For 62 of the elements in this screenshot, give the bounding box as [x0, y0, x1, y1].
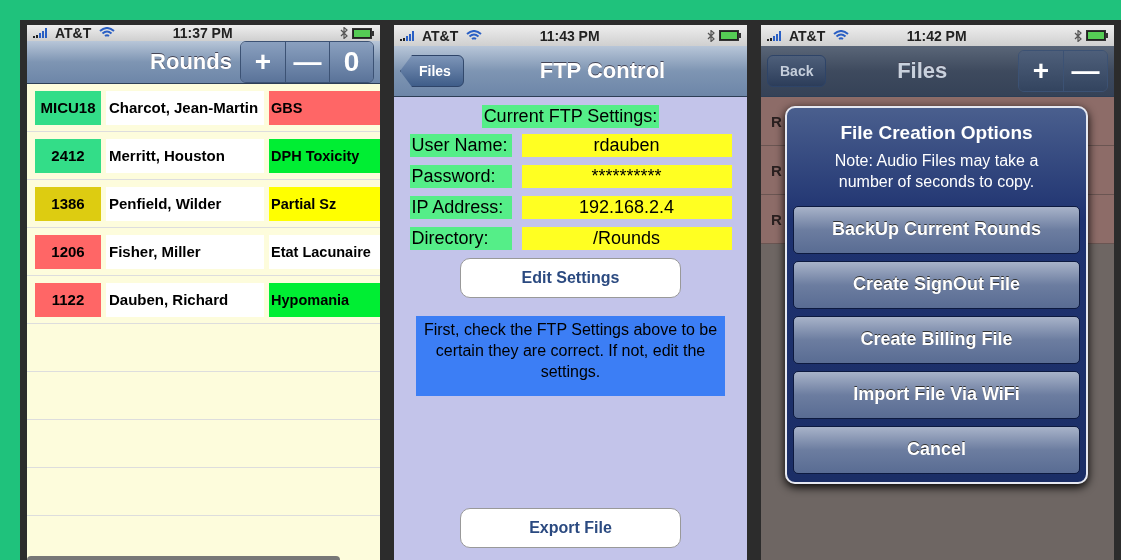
room-cell: 1386 [35, 186, 101, 221]
room-cell: 2412 [35, 138, 101, 173]
field-value: 192.168.2.4 [521, 196, 732, 219]
patient-name-cell: Fisher, Miller [106, 234, 264, 269]
diagnosis-cell: Partial Sz [269, 186, 380, 221]
back-button[interactable]: Back [767, 55, 827, 87]
room-cell: 1122 [35, 282, 101, 317]
clock-label: 11:42 PM [905, 27, 968, 44]
toolbar-button[interactable]: + [241, 42, 285, 82]
screen-title: Rounds [149, 49, 232, 75]
patient-name-cell: Penfield, Wilder [106, 186, 264, 221]
toolbar-button[interactable]: 0 [329, 42, 373, 82]
clock-label: 11:37 PM [171, 25, 234, 41]
bluetooth-icon [707, 29, 715, 42]
battery-icon [352, 27, 374, 39]
toolbar-button[interactable]: — [1063, 51, 1107, 91]
settings-heading: Current FTP Settings: [481, 105, 660, 128]
diagnosis-cell: DPH Toxicity [269, 138, 380, 173]
edit-settings-button[interactable]: Edit Settings [460, 258, 681, 298]
patient-name-cell: Merritt, Houston [106, 138, 264, 173]
dialog-button[interactable]: BackUp Current Rounds [793, 205, 1080, 254]
wifi-icon [466, 29, 483, 42]
room-cell: MICU18 [35, 90, 101, 125]
carrier-label: AT&T [789, 27, 826, 44]
diagnosis-cell: Hypomania [269, 282, 380, 317]
screen-title: Files [896, 58, 949, 84]
screen-title: FTP Control [538, 58, 667, 84]
wifi-icon [833, 29, 850, 42]
field-label: Password: [409, 165, 512, 188]
battery-icon [1086, 30, 1108, 41]
field-label: Directory: [409, 227, 512, 250]
field-value: ********** [521, 165, 732, 188]
diagnosis-cell: Etat Lacunaire [269, 234, 380, 269]
dialog-button[interactable]: Create SignOut File [793, 260, 1080, 309]
file-name-cell: R [771, 112, 782, 130]
field-value: rdauben [521, 134, 732, 157]
bluetooth-icon [1074, 29, 1082, 42]
wifi-icon [99, 27, 116, 39]
dialog-message: Note: Audio Files may take a number of seconds to copy. [833, 151, 1040, 192]
battery-icon [719, 30, 741, 41]
instruction-message: First, check the FTP Settings above to be certain they are correct. If not, edit the settings. [416, 316, 725, 397]
clock-label: 11:43 PM [538, 27, 601, 44]
dialog-button[interactable]: Import File Via WiFi [793, 370, 1080, 419]
field-label: User Name: [409, 134, 512, 157]
back-button[interactable]: Files [400, 55, 464, 87]
field-value: /Rounds [521, 227, 732, 250]
carrier-label: AT&T [55, 25, 92, 41]
export-file-button[interactable]: Export File [460, 508, 681, 548]
file-name-cell: R [771, 210, 782, 228]
toolbar-button[interactable]: — [285, 42, 329, 82]
room-cell: 1206 [35, 234, 101, 269]
dialog-title: File Creation Options [840, 122, 1033, 144]
dialog-button[interactable]: Create Billing File [793, 315, 1080, 364]
dialog-button[interactable]: Cancel [793, 425, 1080, 474]
file-name-cell: R [771, 161, 782, 179]
toolbar-button[interactable]: + [1019, 51, 1063, 91]
bluetooth-icon [340, 27, 348, 39]
patient-name-cell: Dauben, Richard [106, 282, 264, 317]
patient-name-cell: Charcot, Jean-Martin [106, 90, 264, 125]
carrier-label: AT&T [422, 27, 459, 44]
diagnosis-cell: GBS [269, 90, 380, 125]
field-label: IP Address: [409, 196, 512, 219]
